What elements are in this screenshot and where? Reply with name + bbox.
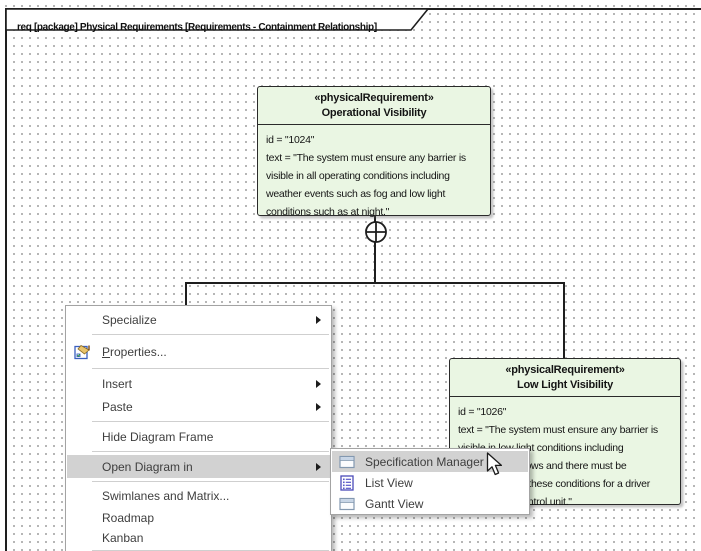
menu-item-label: Kanban (67, 531, 143, 545)
containment-connector-horizontal (185, 282, 565, 284)
frame-title: req [package] Physical Requirements [Req… (17, 17, 417, 38)
menu-separator (92, 421, 329, 422)
menu-item-label: Roadmap (67, 511, 154, 525)
requirement-box-operational-visibility[interactable]: «physicalRequirement» Operational Visibi… (257, 86, 491, 216)
menu-item-roadmap[interactable]: Roadmap (67, 507, 330, 529)
diagram-canvas: req [package] Physical Requirements [Req… (0, 0, 701, 551)
menu-item-paste[interactable]: Paste (67, 395, 330, 418)
menu-item-insert[interactable]: Insert (67, 372, 330, 395)
requirement-body-line: id = "1024" (266, 131, 490, 149)
requirement-header: «physicalRequirement» Low Light Visibili… (450, 359, 680, 397)
properties-icon (74, 343, 91, 360)
menu-item-kanban[interactable]: Kanban (67, 529, 330, 547)
menu-item-list-view[interactable]: List View (332, 472, 528, 493)
window-icon (339, 495, 356, 512)
requirement-body-line: text = "The system must ensure any barri… (266, 149, 490, 167)
menu-item-hide-diagram-frame[interactable]: Hide Diagram Frame (67, 425, 330, 448)
context-menu: Specialize Properties... Insert Paste Hide … (65, 305, 332, 551)
menu-item-properties[interactable]: Properties... (67, 338, 330, 365)
menu-item-swimlanes-and-matrix[interactable]: Swimlanes and Matrix... (67, 485, 330, 507)
menu-item-open-diagram-in[interactable]: Open Diagram in (67, 455, 330, 478)
list-icon (339, 474, 356, 491)
menu-item-gantt-view[interactable]: Gantt View (332, 493, 528, 514)
window-icon (339, 453, 356, 470)
menu-item-specialize[interactable]: Specialize (67, 308, 330, 331)
requirement-header: «physicalRequirement» Operational Visibi… (258, 87, 490, 125)
requirement-name: Low Light Visibility (452, 378, 678, 393)
menu-separator (92, 481, 329, 482)
containment-connector-right-branch (563, 282, 565, 360)
menu-item-label: Paste (67, 400, 133, 414)
requirement-body-line: conditions such as at night." (266, 203, 490, 221)
menu-separator (92, 334, 329, 335)
requirement-body-line: text = "The system must ensure any barri… (458, 421, 680, 439)
menu-item-label: Open Diagram in (67, 460, 193, 474)
requirement-body: id = "1024"text = "The system must ensur… (258, 125, 490, 221)
containment-circle-icon (363, 219, 389, 245)
menu-item-label: Swimlanes and Matrix... (67, 489, 229, 503)
stereotype-label: «physicalRequirement» (452, 363, 678, 378)
menu-separator (92, 451, 329, 452)
menu-item-specification-manager[interactable]: Specification Manager (332, 451, 528, 472)
menu-item-label: Insert (67, 377, 132, 391)
diagram-frame-tab: req [package] Physical Requirements [Req… (5, 8, 429, 31)
menu-separator (92, 368, 329, 369)
submenu-arrow-icon (316, 316, 321, 324)
menu-item-label: Hide Diagram Frame (67, 430, 213, 444)
requirement-body-line: id = "1026" (458, 403, 680, 421)
menu-item-label: Specialize (67, 313, 157, 327)
requirement-body-line: visible in all operating conditions incl… (266, 167, 490, 185)
requirement-name: Operational Visibility (260, 106, 488, 121)
stereotype-label: «physicalRequirement» (260, 91, 488, 106)
open-diagram-in-submenu: Specification Manager List View Gantt Vi… (330, 448, 530, 515)
submenu-arrow-icon (316, 463, 321, 471)
requirement-body-line: weather events such as fog and low light (266, 185, 490, 203)
diagram-frame-left-border (5, 8, 7, 551)
submenu-arrow-icon (316, 380, 321, 388)
submenu-arrow-icon (316, 403, 321, 411)
